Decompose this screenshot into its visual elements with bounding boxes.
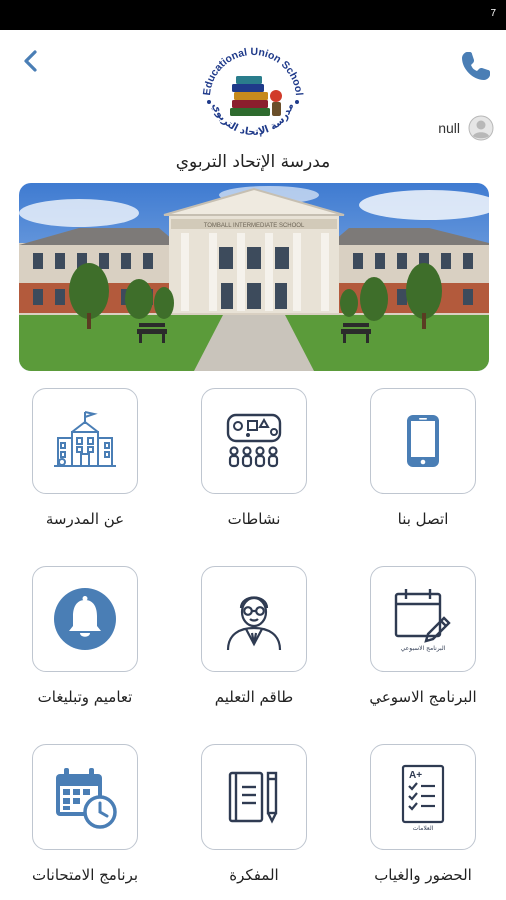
menu-item-weekly-schedule[interactable]: البرنامج الاسبوعي البرنامج الاسوعي: [368, 566, 478, 706]
back-button[interactable]: [16, 46, 46, 76]
menu-item-label: نشاطات: [227, 510, 281, 528]
building-sign: TOMBALL INTERMEDIATE SCHOOL: [204, 223, 305, 229]
menu-item-label: عن المدرسة: [45, 510, 125, 528]
menu-item-announcements[interactable]: تعاميم وتبليغات: [30, 566, 140, 706]
menu-item-icon-box[interactable]: A+ العلامات: [370, 744, 476, 850]
menu-item-icon-box[interactable]: [32, 388, 138, 494]
menu-item-icon-box[interactable]: البرنامج الاسبوعي: [370, 566, 476, 672]
school-logo: Educational Union School مدرسة الإتحاد ا…: [192, 36, 314, 148]
school-name: مدرسة الإتحاد التربوي: [175, 152, 331, 172]
exam-calendar-icon: [56, 768, 117, 829]
menu-item-teaching-staff[interactable]: طاقم التعليم: [199, 566, 309, 706]
notebook-icon: [228, 771, 278, 824]
menu-item-icon-box[interactable]: [201, 744, 307, 850]
user-name: null: [438, 120, 460, 136]
menu-item-label: اتصل بنا: [397, 510, 449, 528]
menu-item-contact-us[interactable]: اتصل بنا: [368, 388, 478, 528]
chevron-left-icon: [24, 50, 37, 72]
menu-item-activities[interactable]: نشاطات: [199, 388, 309, 528]
phone-icon: [462, 52, 490, 80]
grades-sheet-icon-caption: العلامات: [413, 825, 434, 832]
menu-item-about-school[interactable]: عن المدرسة: [30, 388, 140, 528]
svg-text:A+: A+: [409, 770, 422, 781]
school-building-icon: [54, 411, 116, 467]
grades-sheet-icon: A+ العلامات: [401, 764, 445, 832]
menu-item-icon-box[interactable]: [201, 566, 307, 672]
menu-item-icon-box[interactable]: [201, 388, 307, 494]
user-avatar-icon: [468, 115, 494, 141]
menu-item-label: تعاميم وتبليغات: [37, 688, 133, 706]
menu-item-label: برنامج الامتحانات: [31, 866, 139, 884]
teacher-icon: [226, 596, 282, 651]
call-button[interactable]: [458, 48, 494, 84]
menu-item-label: المفكرة: [229, 866, 279, 884]
weekly-schedule-icon-caption: البرنامج الاسبوعي: [401, 645, 446, 652]
activities-icon: [226, 413, 282, 468]
menu-item-label: الحضور والغياب: [374, 866, 472, 884]
status-bar: 7: [0, 0, 506, 30]
menu-item-label: البرنامج الاسوعي: [369, 688, 477, 706]
weekly-schedule-icon: البرنامج الاسبوعي: [394, 589, 451, 652]
menu-item-label: طاقم التعليم: [214, 688, 294, 706]
menu-item-icon-box[interactable]: [370, 388, 476, 494]
menu-item-attendance[interactable]: A+ العلامات الحضور والغياب: [368, 744, 478, 884]
status-clock: 7: [490, 8, 496, 19]
school-banner-image: TOMBALL INTERMEDIATE SCHOOL: [19, 183, 489, 371]
bell-icon: [54, 588, 116, 650]
menu-item-exam-schedule[interactable]: برنامج الامتحانات: [30, 744, 140, 884]
menu-item-icon-box[interactable]: [32, 566, 138, 672]
menu-item-notebook[interactable]: المفكرة: [199, 744, 309, 884]
smartphone-icon: [407, 415, 439, 467]
user-info[interactable]: null: [438, 114, 494, 142]
menu-item-icon-box[interactable]: [32, 744, 138, 850]
